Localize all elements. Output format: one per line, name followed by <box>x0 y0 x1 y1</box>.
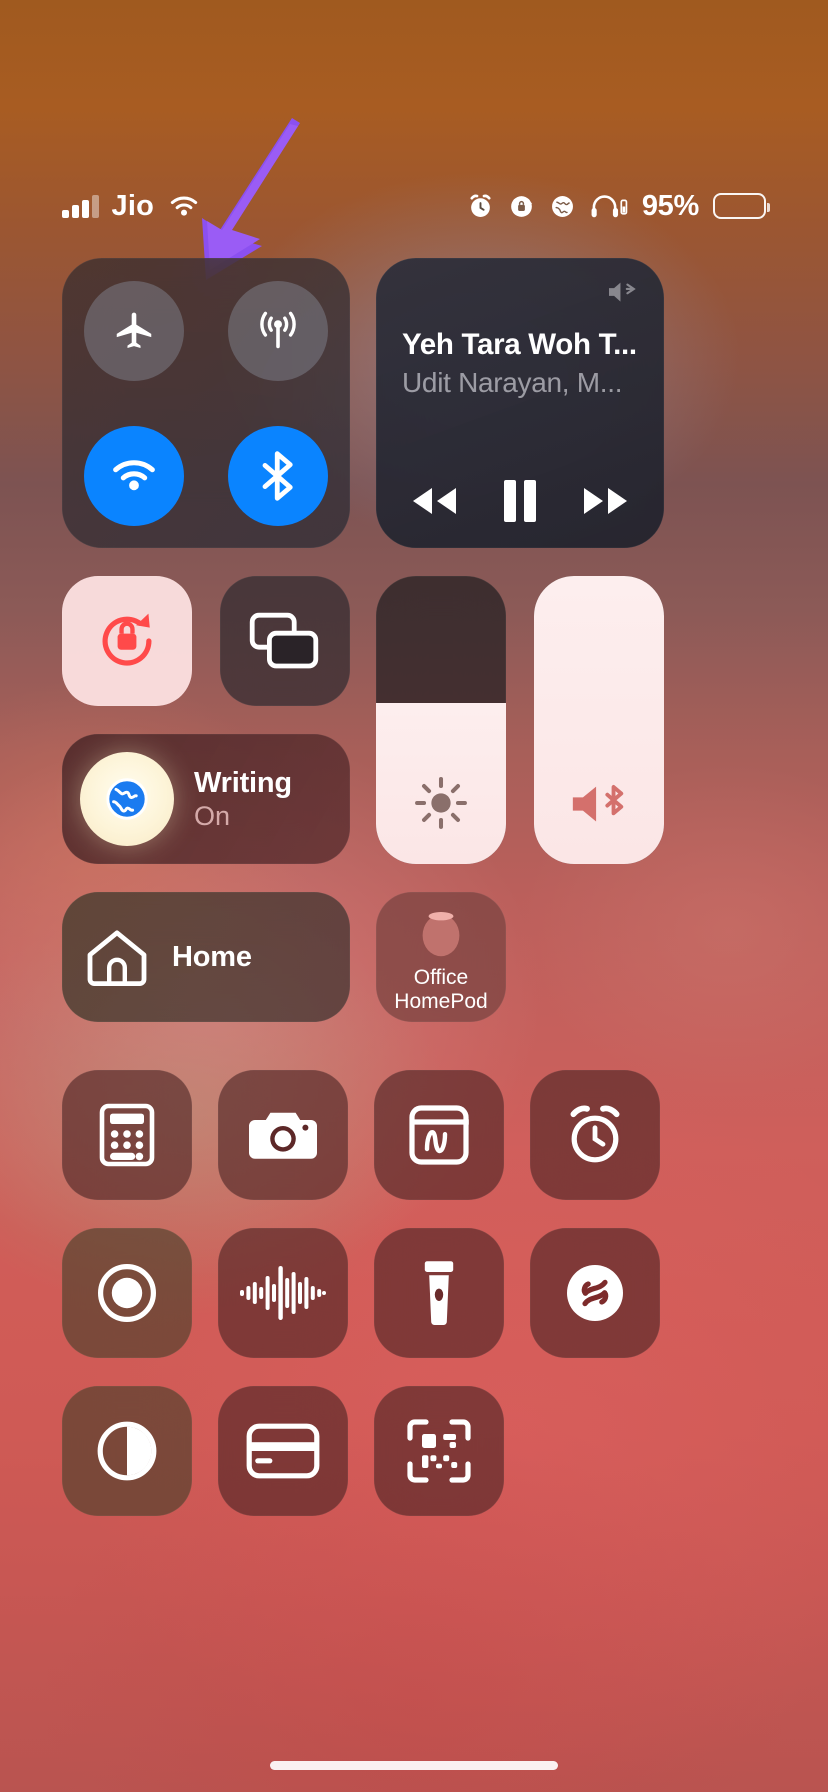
globe-icon <box>106 778 148 820</box>
bluetooth-toggle[interactable] <box>228 425 328 526</box>
brightness-slider[interactable] <box>376 576 506 864</box>
battery-icon <box>713 193 770 219</box>
rotation-lock-tile[interactable] <box>62 576 192 706</box>
now-playing-controls <box>402 480 638 526</box>
focus-tile[interactable]: Writing On <box>62 734 350 864</box>
dark-mode-shortcut[interactable] <box>62 1386 192 1516</box>
now-playing-module[interactable]: Yeh Tara Woh T... Udit Narayan, M... <box>376 258 664 548</box>
mid-left-top-row <box>62 576 350 706</box>
camera-icon <box>249 1112 317 1159</box>
homepod-icon <box>413 905 469 961</box>
mid-section: Writing On <box>0 576 828 864</box>
rotation-lock-icon <box>508 193 535 220</box>
now-playing-artist: Udit Narayan, M... <box>402 367 623 398</box>
alarm-clock-icon <box>570 1105 620 1163</box>
notes-icon <box>409 1105 469 1165</box>
alarm-shortcut[interactable] <box>530 1070 660 1200</box>
rotation-lock-icon <box>102 613 152 666</box>
home-label: Home <box>172 940 252 973</box>
airplane-icon <box>116 312 152 348</box>
volume-slider[interactable] <box>534 576 664 864</box>
connectivity-module <box>62 258 350 548</box>
airplay-speaker-icon[interactable] <box>606 278 640 306</box>
cellular-data-toggle[interactable] <box>228 280 328 381</box>
fast-forward-button[interactable] <box>580 484 632 518</box>
screen-mirroring-tile[interactable] <box>220 576 350 706</box>
now-playing-title: Yeh Tara Woh T... <box>402 328 637 361</box>
brightness-sun-icon <box>414 776 468 830</box>
home-tile[interactable]: Home <box>62 892 350 1022</box>
airplane-mode-toggle[interactable] <box>84 280 184 381</box>
mid-left-column: Writing On <box>62 576 350 864</box>
notes-shortcut[interactable] <box>374 1070 504 1200</box>
vpn-globe-icon <box>549 193 576 220</box>
status-bar-right: 95% <box>467 189 770 223</box>
homepod-tile[interactable]: Office HomePod <box>376 892 506 1022</box>
shazam-shortcut[interactable] <box>530 1228 660 1358</box>
control-center: Yeh Tara Woh T... Udit Narayan, M... Wri… <box>0 258 828 1516</box>
contrast-circle-icon <box>97 1421 157 1481</box>
flashlight-shortcut[interactable] <box>374 1228 504 1358</box>
voice-memo-waveform-icon <box>240 1266 326 1320</box>
wifi-icon <box>167 194 201 219</box>
headphones-battery-icon <box>590 193 628 220</box>
house-icon <box>84 926 150 988</box>
wallet-shortcut[interactable] <box>218 1386 348 1516</box>
sliders-group <box>376 576 664 864</box>
battery-percent-label: 95% <box>641 189 699 222</box>
home-indicator[interactable] <box>270 1761 558 1770</box>
alarm-clock-icon <box>467 193 494 220</box>
calculator-icon <box>99 1103 155 1167</box>
status-bar-left: Jio <box>62 190 201 223</box>
focus-label: Writing <box>194 766 292 799</box>
camera-shortcut[interactable] <box>218 1070 348 1200</box>
home-section: Home Office HomePod <box>0 892 828 1022</box>
bluetooth-icon <box>262 450 293 501</box>
homepod-label-line2: HomePod <box>394 989 488 1013</box>
app-shortcuts-grid <box>0 1070 828 1516</box>
wifi-icon <box>113 459 155 490</box>
cellular-bars-icon <box>62 194 99 218</box>
screen-record-shortcut[interactable] <box>62 1228 192 1358</box>
focus-state: On <box>194 800 231 831</box>
wallet-icon <box>246 1423 320 1479</box>
homepod-label: Office HomePod <box>394 966 487 1014</box>
carrier-label: Jio <box>111 189 154 222</box>
voice-memos-shortcut[interactable] <box>218 1228 348 1358</box>
top-modules-row: Yeh Tara Woh T... Udit Narayan, M... <box>0 258 828 548</box>
focus-icon-wrapper <box>80 752 174 846</box>
wifi-toggle[interactable] <box>84 425 184 526</box>
qr-scanner-shortcut[interactable] <box>374 1386 504 1516</box>
homepod-label-line1: Office <box>413 966 469 989</box>
focus-text: Writing On <box>194 767 292 832</box>
screen-record-icon <box>98 1264 156 1322</box>
flashlight-icon <box>424 1261 454 1325</box>
cellular-antenna-icon <box>260 311 296 348</box>
qr-code-icon <box>407 1419 471 1483</box>
screen-mirroring-icon <box>249 612 319 669</box>
status-bar: Jio 95% <box>0 182 828 230</box>
calculator-shortcut[interactable] <box>62 1070 192 1200</box>
rewind-button[interactable] <box>408 484 460 518</box>
volume-bluetooth-icon <box>568 778 630 830</box>
shazam-icon <box>567 1265 623 1321</box>
pause-button[interactable] <box>501 480 539 522</box>
